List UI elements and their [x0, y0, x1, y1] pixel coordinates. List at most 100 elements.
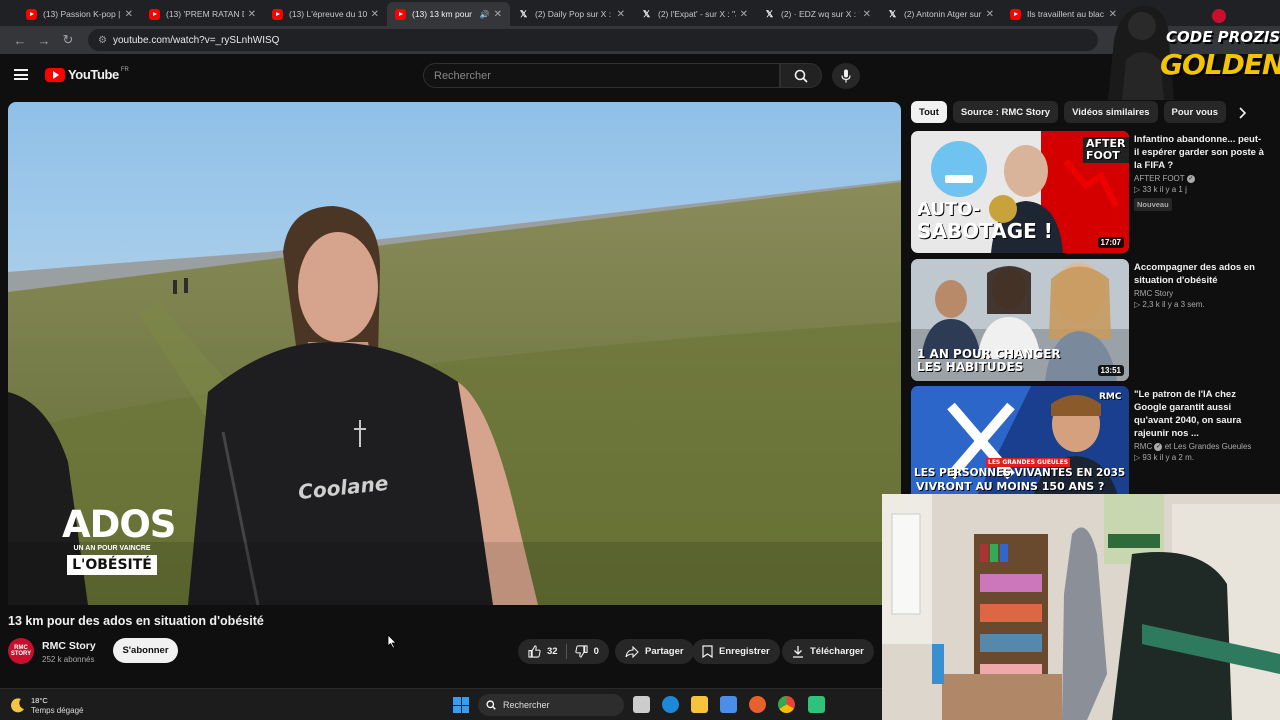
related-info: Infantino abandonne... peut-il espérer g… [1134, 133, 1266, 212]
edge-icon[interactable] [662, 696, 679, 713]
close-icon[interactable]: ✕ [740, 9, 748, 20]
voice-search-button[interactable] [832, 63, 860, 89]
related-channel[interactable]: AFTER FOOT ✓ [1134, 174, 1266, 183]
filter-chip[interactable]: Vidéos similaires [1064, 101, 1158, 123]
youtube-icon [149, 8, 160, 20]
share-button[interactable]: Partager [615, 639, 694, 664]
youtube-logo[interactable]: YouTube FR [45, 67, 129, 82]
filter-chip[interactable]: Tout [911, 101, 947, 123]
store-icon[interactable] [720, 696, 737, 713]
overlay-line-2: GOLDENG [1160, 48, 1280, 81]
browser-tab[interactable]: (13) Passion K-pop | / ✕ [18, 2, 141, 26]
browser-tab-title: (13) L'épreuve du 10( [289, 9, 367, 19]
channel-name[interactable]: RMC Story [42, 640, 96, 652]
browser-tab[interactable]: 𝕏 (2) l'Expat' - sur X : "J ✕ [633, 2, 756, 26]
browser-tab[interactable]: (13) 'PREM RATAN DI ✕ [141, 2, 264, 26]
related-thumbnail[interactable]: AUTO- SABOTAGE ! AFTER FOOT 17:07 [911, 131, 1129, 253]
chevron-right-icon[interactable] [1232, 103, 1252, 123]
browser-tab-title: Ils travaillent au blac [1027, 9, 1105, 19]
related-title[interactable]: "Le patron de l'IA chez Google garantit … [1134, 388, 1266, 440]
close-icon[interactable]: ✕ [986, 9, 994, 20]
windows-taskbar: 18°C Temps dégagé Rechercher [0, 688, 882, 720]
related-video-2[interactable]: 1 AN POUR CHANGER LES HABITUDES 13:51 Ac… [911, 259, 1271, 381]
channel-subscriber-count: 252 k abonnés [42, 655, 95, 664]
moon-icon [11, 698, 24, 713]
related-thumb-text-2: LES HABITUDES [917, 360, 1024, 374]
weather-temperature: 18°C [31, 696, 48, 705]
youtube-icon [26, 8, 37, 20]
close-icon[interactable]: ✕ [248, 9, 256, 20]
related-thumbnail[interactable]: 1 AN POUR CHANGER LES HABITUDES 13:51 [911, 259, 1129, 381]
related-thumbnail[interactable]: LES GRANDES GUEULES LES PERSONNES VIVANT… [911, 386, 1129, 508]
browser-tab-title: (2) · EDZ wq sur X : " [781, 9, 859, 19]
related-channel[interactable]: RMC Story [1134, 289, 1266, 298]
speaker-icon[interactable]: 🔊 [480, 10, 490, 19]
share-icon [625, 645, 639, 658]
weather-condition: Temps dégagé [31, 706, 84, 715]
browser-tab[interactable]: (13) 13 km pour 🔊 ✕ [387, 2, 510, 26]
browser-tab[interactable]: (13) L'épreuve du 10( ✕ [264, 2, 387, 26]
like-button[interactable]: 32 [528, 645, 558, 658]
forward-icon[interactable]: → [32, 29, 56, 51]
filter-chip[interactable]: Source : RMC Story [952, 101, 1059, 123]
close-icon[interactable]: ✕ [371, 9, 379, 20]
app-icon[interactable] [808, 696, 825, 713]
menu-icon[interactable] [14, 69, 28, 80]
related-video-1[interactable]: AUTO- SABOTAGE ! AFTER FOOT 17:07 Infant… [911, 131, 1271, 253]
taskbar-search[interactable]: Rechercher [478, 694, 624, 716]
close-icon[interactable]: ✕ [494, 9, 502, 20]
related-channel-extra: et Les Grandes Gueules [1164, 442, 1252, 451]
channel-avatar[interactable]: RMC STORY [8, 638, 34, 664]
chrome-icon[interactable] [778, 696, 795, 713]
microphone-icon [841, 69, 851, 83]
program-overlay-title: ADOS [62, 503, 176, 546]
x-icon: 𝕏 [642, 8, 651, 19]
save-label: Enregistrer [719, 646, 770, 657]
new-badge: Nouveau [1134, 198, 1172, 211]
video-title: 13 km pour des ados en situation d'obési… [8, 614, 264, 628]
browser-tab[interactable]: 𝕏 (2) · EDZ wq sur X : " ✕ [756, 2, 879, 26]
browser-tab-strip: (13) Passion K-pop | / ✕ (13) 'PREM RATAN … [0, 0, 1280, 26]
folder-icon[interactable] [691, 696, 708, 713]
search-input[interactable] [434, 69, 779, 82]
reload-icon[interactable]: ↻ [56, 29, 80, 51]
taskbar-search-label: Rechercher [503, 700, 550, 710]
close-icon[interactable]: ✕ [617, 9, 625, 20]
thumbs-down-icon [574, 645, 588, 658]
share-label: Partager [645, 646, 684, 657]
related-channel-name: AFTER FOOT [1134, 174, 1185, 183]
address-bar: ← → ↻ ⚙ youtube.com/watch?v=_rySLnhWISQ [0, 26, 1280, 54]
filter-chip[interactable]: Pour vous [1163, 101, 1226, 123]
verified-icon: ✓ [1186, 174, 1195, 183]
related-thumb-text-1: LES PERSONNES VIVANTES EN 2035 [914, 467, 1126, 479]
firefox-icon[interactable] [749, 696, 766, 713]
download-button[interactable]: Télécharger [782, 639, 874, 664]
dislike-button[interactable]: 0 [574, 645, 599, 658]
browser-tab-title: (2) Daily Pop sur X : " [535, 9, 613, 19]
site-info-icon[interactable]: ⚙ [98, 35, 107, 46]
video-duration: 17:07 [1097, 237, 1124, 248]
subscribe-button[interactable]: S'abonner [113, 638, 178, 663]
related-title[interactable]: Infantino abandonne... peut-il espérer g… [1134, 133, 1266, 172]
close-icon[interactable]: ✕ [125, 9, 133, 20]
browser-tab[interactable]: Ils travaillent au blac ✕ [1002, 2, 1125, 26]
related-channel[interactable]: RMC ✓ et Les Grandes Gueules [1134, 442, 1266, 451]
url-text: youtube.com/watch?v=_rySLnhWISQ [112, 34, 280, 46]
related-meta: ▷ 33 k il y a 1 j [1134, 185, 1187, 194]
save-button[interactable]: Enregistrer [692, 639, 780, 664]
windows-start-icon[interactable] [453, 697, 469, 713]
search-button[interactable] [780, 63, 822, 88]
like-dislike-group: 32 0 [518, 639, 609, 664]
url-field[interactable]: ⚙ youtube.com/watch?v=_rySLnhWISQ [88, 29, 1098, 51]
search-box[interactable] [423, 63, 780, 88]
browser-tab[interactable]: 𝕏 (2) Antonin Atger sur ✕ [879, 2, 1002, 26]
close-icon[interactable]: ✕ [863, 9, 871, 20]
related-title[interactable]: Accompagner des ados en situation d'obés… [1134, 261, 1266, 287]
back-icon[interactable]: ← [8, 29, 32, 51]
download-label: Télécharger [810, 646, 864, 657]
youtube-header: YouTube FR [0, 54, 1280, 96]
browser-tab[interactable]: 𝕏 (2) Daily Pop sur X : " ✕ [510, 2, 633, 26]
task-view-icon[interactable] [633, 696, 650, 713]
video-player[interactable]: Coolane ADOS UN AN POUR VAINCRE L'OBÉSIT… [8, 102, 901, 605]
related-video-3[interactable]: LES GRANDES GUEULES LES PERSONNES VIVANT… [911, 386, 1271, 508]
